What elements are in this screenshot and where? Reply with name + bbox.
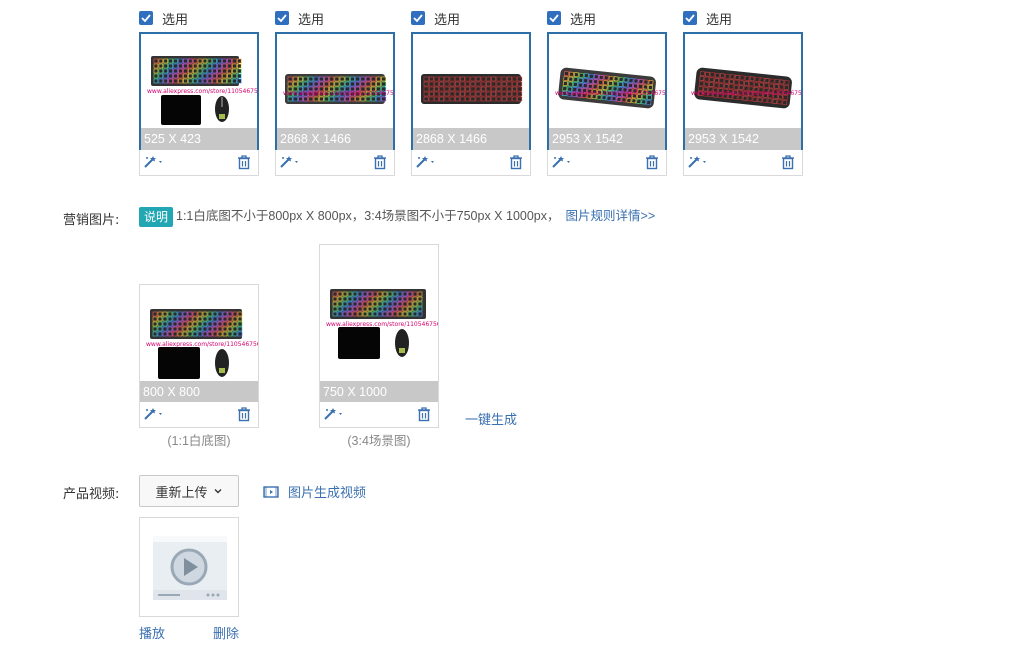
chevron-down-icon: [214, 489, 221, 494]
magic-wand-icon[interactable]: [687, 154, 709, 170]
product-image-card: 选用 www.aliexpress.com/store/1105467565 2…: [547, 0, 667, 177]
trash-icon[interactable]: [644, 154, 660, 170]
product-image-thumbnail[interactable]: www.aliexpress.com/store/1105467565 2953…: [547, 32, 667, 152]
checkbox-checked-icon: [683, 11, 697, 25]
watermark-text: www.aliexpress.com/store/1105467565: [147, 88, 259, 95]
product-image-card: 选用 www.aliexpress.com/store/1105467565 2…: [683, 0, 803, 177]
image-size-label: 2953 X 1542: [685, 128, 801, 150]
magic-wand-icon[interactable]: [323, 406, 345, 422]
image-size-label: 800 X 800: [140, 381, 258, 403]
watermark-text: www.aliexpress.com/store/1105467565: [146, 341, 259, 348]
product-image-thumbnail[interactable]: www.aliexpress.com/store/1105467565 2868…: [275, 32, 395, 152]
reupload-label: 重新上传: [155, 485, 208, 501]
image-size-label: 750 X 1000: [320, 381, 438, 403]
trash-icon[interactable]: [236, 406, 252, 422]
image-rules-link[interactable]: 图片规则详情>>: [566, 209, 656, 223]
watermark-text: www.aliexpress.com/store/1105467565: [691, 90, 803, 97]
image-size-label: 2953 X 1542: [549, 128, 665, 150]
explanation-badge: 说明: [139, 207, 174, 227]
product-image-card: 选用 www.aliexpress.com/store/1105467565 5…: [139, 0, 259, 177]
product-video-label: 产品视频:: [63, 487, 120, 502]
watermark-text: www.aliexpress.com/store/1105467565: [326, 321, 439, 328]
select-label: 选用: [298, 12, 325, 28]
trash-icon[interactable]: [416, 406, 432, 422]
select-label: 选用: [162, 12, 189, 28]
product-image-thumbnail[interactable]: www.aliexpress.com/store/1105467565 2953…: [683, 32, 803, 152]
checkbox-checked-icon: [411, 11, 425, 25]
marketing-image-thumbnail[interactable]: www.aliexpress.com/store/1105467565 750 …: [319, 244, 439, 404]
image-tools: [319, 402, 439, 428]
image-tools: [139, 150, 259, 176]
image-size-label: 2868 X 1466: [413, 128, 529, 150]
select-checkbox[interactable]: 选用: [683, 9, 733, 28]
image-tools: [275, 150, 395, 176]
marketing-image-thumbnail[interactable]: www.aliexpress.com/store/1105467565 800 …: [139, 284, 259, 404]
select-label: 选用: [706, 12, 733, 28]
marketing-image-caption: (1:1白底图): [167, 434, 231, 448]
product-image-thumbnail[interactable]: www.aliexpress.com/store/1105467565 525 …: [139, 32, 259, 152]
one-click-generate-link[interactable]: 一键生成: [465, 409, 517, 428]
checkbox-checked-icon: [275, 11, 289, 25]
image-size-label: 525 X 423: [141, 128, 257, 150]
magic-wand-icon[interactable]: [143, 154, 165, 170]
magic-wand-icon[interactable]: [551, 154, 573, 170]
marketing-images-label: 营销图片:: [63, 213, 120, 228]
select-checkbox[interactable]: 选用: [411, 9, 461, 28]
magic-wand-icon[interactable]: [415, 154, 437, 170]
trash-icon[interactable]: [780, 154, 796, 170]
magic-wand-icon[interactable]: [279, 154, 301, 170]
trash-icon[interactable]: [508, 154, 524, 170]
trash-icon[interactable]: [236, 154, 252, 170]
image-tools: [683, 150, 803, 176]
video-thumbnail[interactable]: [139, 517, 239, 617]
delete-video-link[interactable]: 删除: [213, 623, 239, 642]
trash-icon[interactable]: [372, 154, 388, 170]
select-checkbox[interactable]: 选用: [275, 9, 325, 28]
checkbox-checked-icon: [139, 11, 153, 25]
image-size-label: 2868 X 1466: [277, 128, 393, 150]
product-image-card: 选用 2868 X 1466: [411, 0, 531, 177]
video-placeholder-icon: [153, 536, 227, 600]
image-tools: [139, 402, 259, 428]
generate-video-label: 图片生成视频: [288, 486, 367, 501]
generate-video-from-images[interactable]: 图片生成视频: [263, 482, 366, 501]
product-image-card: 选用 www.aliexpress.com/store/1105467565 2…: [275, 0, 395, 177]
select-checkbox[interactable]: 选用: [139, 9, 189, 28]
product-image-thumbnail[interactable]: 2868 X 1466: [411, 32, 531, 152]
reupload-button[interactable]: 重新上传: [139, 475, 239, 507]
requirements-text: 1:1白底图不小于800px X 800px，3:4场景图不小于750px X …: [176, 209, 560, 223]
checkbox-checked-icon: [547, 11, 561, 25]
marketing-image-caption: (3:4场景图): [347, 434, 411, 448]
select-label: 选用: [434, 12, 461, 28]
select-checkbox[interactable]: 选用: [547, 9, 597, 28]
image-tools: [547, 150, 667, 176]
magic-wand-icon[interactable]: [143, 406, 165, 422]
watermark-text: www.aliexpress.com/store/1105467565: [555, 90, 667, 97]
image-tools: [411, 150, 531, 176]
watermark-text: www.aliexpress.com/store/1105467565: [283, 90, 395, 97]
marketing-requirements-note: 1:1白底图不小于800px X 800px，3:4场景图不小于750px X …: [176, 207, 655, 225]
film-icon: [263, 485, 279, 498]
select-label: 选用: [570, 12, 597, 28]
play-video-link[interactable]: 播放: [139, 623, 165, 642]
